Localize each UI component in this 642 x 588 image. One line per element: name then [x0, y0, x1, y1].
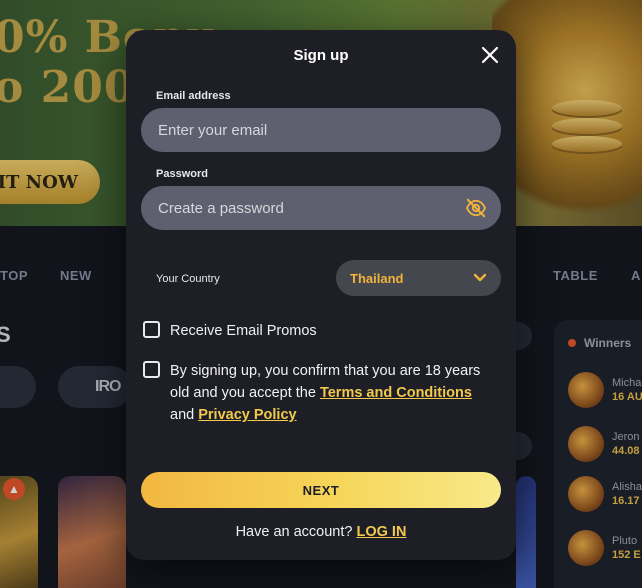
close-icon	[481, 46, 499, 64]
promos-option: Receive Email Promos	[143, 320, 317, 342]
terms-text: By signing up, you confirm that you are …	[170, 360, 493, 426]
login-prompt-text: Have an account?	[235, 524, 357, 540]
close-button[interactable]	[480, 45, 500, 65]
country-selected-value: Thailand	[350, 270, 404, 286]
modal-title: Sign up	[293, 47, 349, 64]
promos-checkbox[interactable]	[143, 321, 160, 338]
country-label: Your Country	[156, 273, 220, 285]
password-label: Password	[156, 168, 208, 180]
terms-link[interactable]: Terms and Conditions	[320, 385, 472, 401]
email-field[interactable]	[141, 108, 501, 152]
email-label: Email address	[156, 90, 231, 102]
signup-modal: Sign up Email address Password Your Coun…	[126, 30, 516, 560]
next-button[interactable]: NEXT	[141, 472, 501, 508]
email-field-wrapper	[141, 108, 501, 152]
country-select[interactable]: Thailand	[336, 260, 501, 296]
login-prompt: Have an account? LOG IN	[126, 524, 516, 540]
terms-text-middle: and	[170, 407, 199, 423]
password-field[interactable]	[141, 186, 501, 230]
terms-option: By signing up, you confirm that you are …	[143, 360, 493, 426]
password-field-wrapper	[141, 186, 501, 230]
terms-checkbox[interactable]	[143, 361, 160, 378]
promos-label: Receive Email Promos	[170, 323, 317, 339]
chevron-down-icon	[473, 273, 487, 282]
login-link[interactable]: LOG IN	[356, 524, 406, 540]
privacy-link[interactable]: Privacy Policy	[198, 407, 296, 423]
eye-off-icon[interactable]	[465, 198, 487, 218]
